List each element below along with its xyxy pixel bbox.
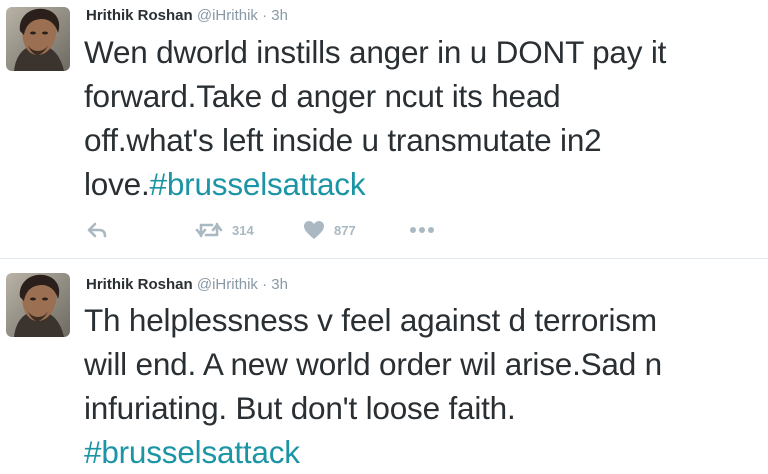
tweet-header: Hrithik Roshan @iHrithik · 3h [86,6,288,26]
hashtag-link[interactable]: #brusselsattack [150,166,366,202]
hashtag-link[interactable]: #brusselsattack [84,434,300,470]
reply-icon [87,222,107,238]
more-button[interactable] [408,218,436,242]
separator-dot: · [262,276,268,293]
author-handle[interactable]: @iHrithik [197,276,258,293]
tweet-actions: 314 877 [86,218,486,242]
tweet-body: Th helplessness v feel against d terrori… [84,302,662,426]
timestamp[interactable]: 3h [271,7,288,24]
reply-button[interactable] [86,218,108,242]
author-handle[interactable]: @iHrithik [197,7,258,24]
tweet-text: Th helplessness v feel against d terrori… [84,298,768,474]
heart-icon [304,221,324,239]
more-dots-icon [410,227,434,233]
timestamp[interactable]: 3h [271,276,288,293]
tweet[interactable]: Hrithik Roshan @iHrithik · 3h Wen dworld… [0,0,768,258]
like-count: 877 [334,222,356,238]
avatar-image [6,7,70,71]
author-name[interactable]: Hrithik Roshan [86,7,193,24]
retweet-button[interactable]: 314 [195,218,254,242]
tweet[interactable]: Hrithik Roshan @iHrithik · 3h Th helples… [0,259,768,471]
avatar-image [6,273,70,337]
author-name[interactable]: Hrithik Roshan [86,276,193,293]
like-button[interactable]: 877 [303,218,356,242]
retweet-count: 314 [232,222,254,238]
tweet-text: Wen dworld instills anger in u DONT pay … [84,30,768,206]
retweet-icon [195,222,223,238]
tweet-header: Hrithik Roshan @iHrithik · 3h [86,275,288,295]
avatar[interactable] [6,273,70,337]
separator-dot: · [262,7,268,24]
avatar[interactable] [6,7,70,71]
